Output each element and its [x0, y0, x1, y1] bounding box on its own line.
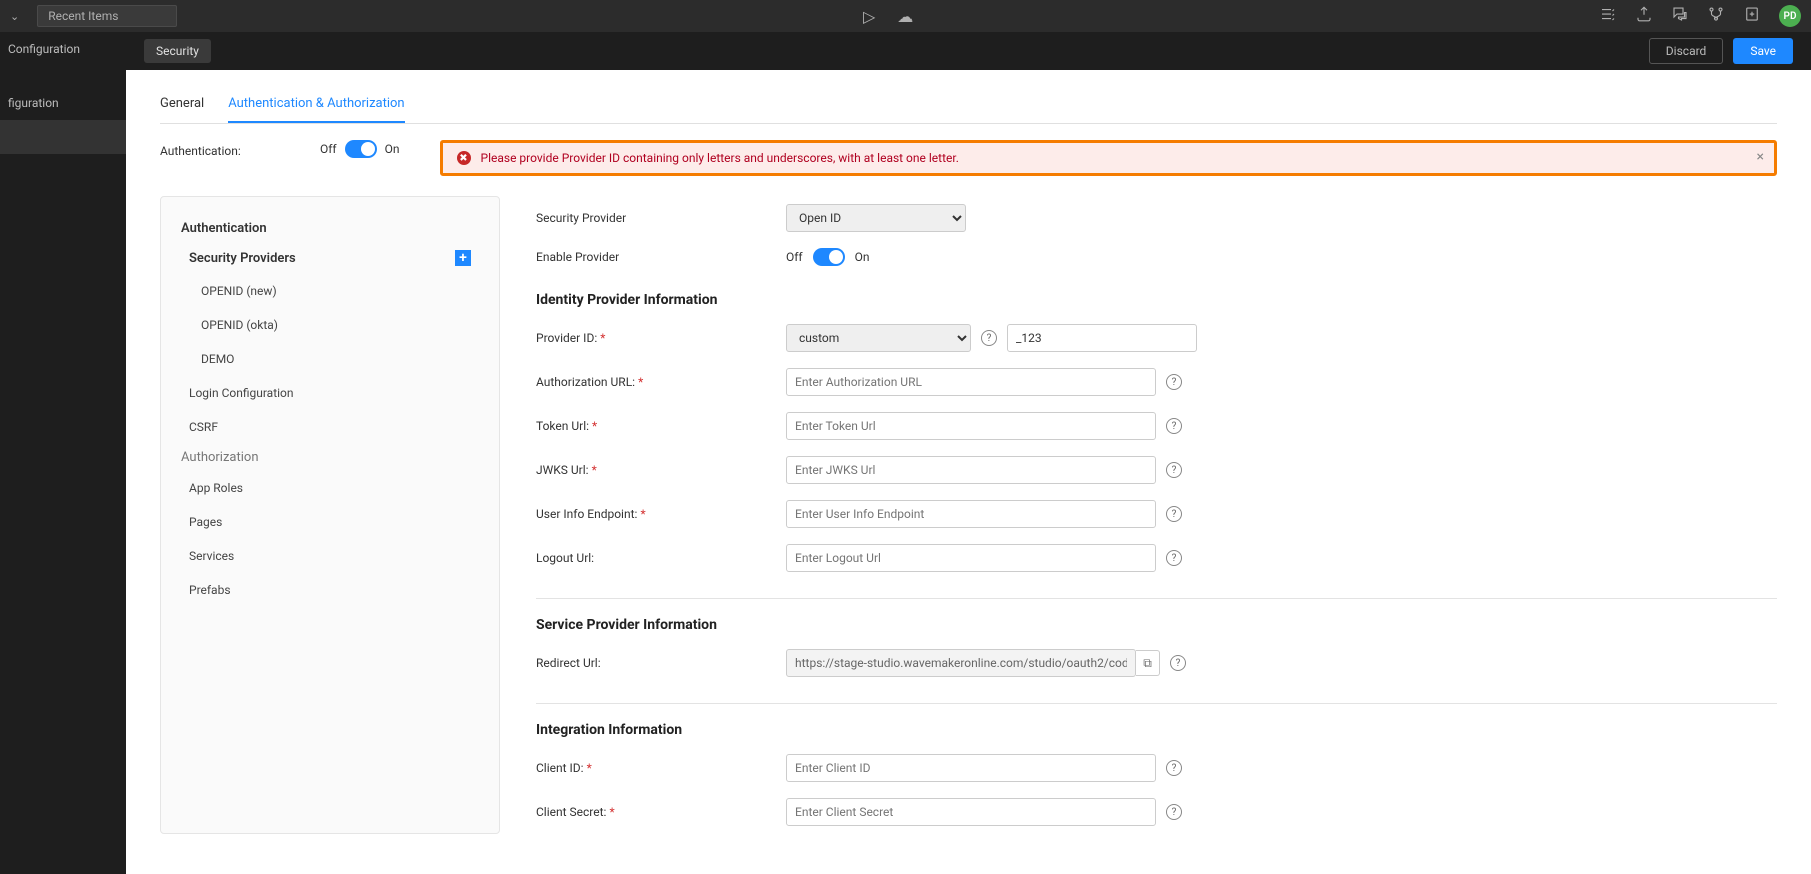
provider-id-help-icon[interactable]: ?	[981, 330, 997, 346]
userinfo-help-icon[interactable]: ?	[1166, 506, 1182, 522]
branch-icon[interactable]	[1707, 5, 1725, 27]
redirect-url-input	[786, 649, 1136, 677]
tabs: General Authentication & Authorization	[160, 88, 1777, 124]
enable-off-label: Off	[786, 250, 803, 264]
auth-url-label: Authorization URL:	[536, 375, 635, 389]
error-icon: ✖	[457, 151, 471, 165]
client-id-input[interactable]	[786, 754, 1156, 782]
leftnav-item-figuration[interactable]: figuration	[0, 86, 126, 120]
sidepanel: Authentication Security Providers + OPEN…	[160, 196, 500, 834]
security-provider-select[interactable]: Open ID	[786, 204, 966, 232]
form-area: Security Provider Open ID Enable Provide…	[500, 196, 1777, 834]
sidepanel-auth-header: Authentication	[171, 215, 489, 242]
sidepanel-login-config[interactable]: Login Configuration	[171, 376, 489, 410]
topbar: ⌄ Recent Items ▷ ☁ PD	[0, 0, 1811, 32]
authz-item-3[interactable]: Prefabs	[171, 573, 489, 607]
cloud-upload-icon[interactable]: ☁	[897, 7, 913, 26]
logout-url-input[interactable]	[786, 544, 1156, 572]
auth-url-input[interactable]	[786, 368, 1156, 396]
enable-provider-toggle[interactable]	[813, 248, 845, 266]
userinfo-label: User Info Endpoint:	[536, 507, 637, 521]
enable-provider-label: Enable Provider	[536, 250, 786, 264]
redirect-help-icon[interactable]: ?	[1170, 655, 1186, 671]
alert-message: Please provide Provider ID containing on…	[481, 151, 959, 165]
copy-redirect-icon[interactable]: ⧉	[1136, 650, 1160, 676]
page-header: Security Discard Save	[126, 32, 1811, 70]
leftnav-item-configuration[interactable]: Configuration	[0, 32, 126, 66]
token-url-label: Token Url:	[536, 419, 589, 433]
logout-url-help-icon[interactable]: ?	[1166, 550, 1182, 566]
leftnav-item-selected[interactable]	[0, 120, 126, 154]
run-icon[interactable]: ▷	[863, 7, 875, 26]
authentication-toggle[interactable]	[345, 140, 377, 158]
authz-item-1[interactable]: Pages	[171, 505, 489, 539]
save-button[interactable]: Save	[1733, 38, 1793, 64]
client-id-label: Client ID:	[536, 761, 584, 775]
validation-alert: ✖ Please provide Provider ID containing …	[440, 140, 1778, 176]
provider-item-2[interactable]: DEMO	[171, 342, 489, 376]
sidepanel-security-providers[interactable]: Security Providers	[189, 251, 296, 266]
client-secret-label: Client Secret:	[536, 805, 606, 819]
auth-on-label: On	[385, 142, 400, 156]
token-url-input[interactable]	[786, 412, 1156, 440]
client-id-help-icon[interactable]: ?	[1166, 760, 1182, 776]
export-icon[interactable]	[1635, 5, 1653, 27]
project-chevron-icon[interactable]: ⌄	[10, 10, 19, 23]
provider-id-label: Provider ID:	[536, 331, 597, 345]
client-secret-input[interactable]	[786, 798, 1156, 826]
provider-id-input[interactable]	[1007, 324, 1197, 352]
auth-off-label: Off	[320, 142, 337, 156]
jwks-url-help-icon[interactable]: ?	[1166, 462, 1182, 478]
sidepanel-authz-header: Authorization	[171, 444, 489, 471]
avatar[interactable]: PD	[1779, 5, 1801, 27]
userinfo-input[interactable]	[786, 500, 1156, 528]
service-header: Service Provider Information	[536, 617, 1777, 633]
checklist-icon[interactable]	[1599, 5, 1617, 27]
integration-header: Integration Information	[536, 722, 1777, 738]
provider-item-0[interactable]: OPENID (new)	[171, 274, 489, 308]
identity-header: Identity Provider Information	[536, 292, 1777, 308]
authz-item-0[interactable]: App Roles	[171, 471, 489, 505]
jwks-url-label: JWKS Url:	[536, 463, 589, 477]
chat-icon[interactable]	[1671, 5, 1689, 27]
authentication-label: Authentication:	[160, 140, 280, 158]
tab-general[interactable]: General	[160, 88, 204, 123]
jwks-url-input[interactable]	[786, 456, 1156, 484]
add-file-icon[interactable]	[1743, 5, 1761, 27]
page-title: Security	[144, 39, 211, 63]
left-nav: Configuration figuration	[0, 32, 126, 874]
auth-url-help-icon[interactable]: ?	[1166, 374, 1182, 390]
provider-id-select[interactable]: custom	[786, 324, 971, 352]
security-provider-label: Security Provider	[536, 211, 786, 225]
alert-close-icon[interactable]: ×	[1757, 149, 1764, 165]
client-secret-help-icon[interactable]: ?	[1166, 804, 1182, 820]
tab-auth[interactable]: Authentication & Authorization	[228, 88, 404, 123]
enable-on-label: On	[855, 250, 870, 264]
token-url-help-icon[interactable]: ?	[1166, 418, 1182, 434]
sidepanel-csrf[interactable]: CSRF	[171, 410, 489, 444]
recent-items-dropdown[interactable]: Recent Items	[37, 5, 177, 27]
redirect-url-label: Redirect Url:	[536, 656, 601, 670]
add-provider-button[interactable]: +	[455, 250, 471, 266]
authz-item-2[interactable]: Services	[171, 539, 489, 573]
provider-item-1[interactable]: OPENID (okta)	[171, 308, 489, 342]
logout-url-label: Logout Url:	[536, 551, 594, 565]
discard-button[interactable]: Discard	[1649, 38, 1724, 64]
